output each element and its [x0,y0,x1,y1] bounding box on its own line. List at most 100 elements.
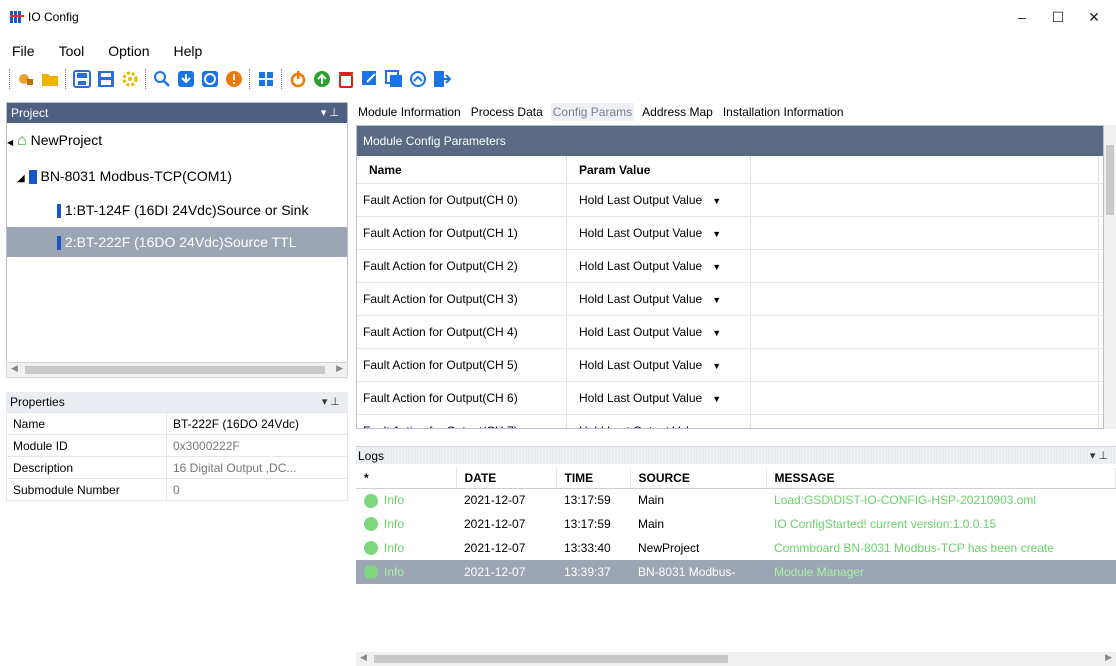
config-param-value: Hold Last Output Value [579,259,703,273]
settings-gear-icon[interactable] [120,69,140,89]
status-dot-icon [364,517,378,532]
save-icon[interactable] [72,69,92,89]
scroll-thumb[interactable] [1106,145,1114,215]
new-project-icon[interactable] [16,69,36,89]
toolbar-separator [249,69,251,89]
tab-installation-information[interactable]: Installation Information [721,103,846,121]
tab-module-information[interactable]: Module Information [356,103,463,121]
log-row[interactable]: Info 2021-12-07 13:17:59 Main IO ConfigStart… [356,512,1116,536]
column-header-date[interactable]: DATE [456,468,557,489]
config-param-name: Fault Action for Output(CH 2) [357,250,567,282]
toolbar [6,66,454,92]
property-value: 0 [166,478,348,501]
upload-icon[interactable] [312,69,332,89]
chevron-down-icon[interactable]: ▼ [712,328,721,338]
close-button[interactable]: ✕ [1072,4,1116,30]
column-header-source[interactable]: SOURCE [630,468,767,489]
toolbar-separator [281,69,283,89]
chevron-down-icon[interactable]: ▼ [712,262,721,272]
property-value[interactable]: BT-222F (16DO 24Vdc) [166,412,348,435]
app-icon [10,10,24,24]
tree-node-module-1[interactable]: 1:BT-124F (16DI 24Vdc)Source or Sink [57,195,308,225]
log-level-text: Info [384,492,405,507]
log-row[interactable]: Info 2021-12-07 13:39:37 BN-8031 Modbus- Mod… [356,560,1116,584]
chevron-down-icon[interactable]: ▼ [712,394,721,404]
tree-node-module-2[interactable]: 2:BT-222F (16DO 24Vdc)Source TTL [7,227,347,257]
delete-icon[interactable] [336,69,356,89]
config-param-value-dropdown[interactable]: Hold Last Output Value ▼ [567,415,751,428]
menu-option[interactable]: Option [96,40,161,62]
module-icon[interactable] [256,69,276,89]
log-row[interactable]: Info 2021-12-07 13:33:40 NewProject Commboar… [356,536,1116,560]
menu-file[interactable]: File [0,40,47,62]
chevron-down-icon[interactable]: ▼ [712,427,721,428]
config-param-value-dropdown[interactable]: Hold Last Output Value ▼ [567,349,751,381]
status-dot-icon [364,541,378,556]
tree-node-device[interactable]: ◢ BN-8031 Modbus-TCP(COM1) [17,161,232,191]
property-row: Name BT-222F (16DO 24Vdc) [6,412,348,435]
chevron-down-icon[interactable]: ▼ [712,295,721,305]
config-param-value-dropdown[interactable]: Hold Last Output Value ▼ [567,316,751,348]
project-tree: ◀ ⌂ NewProject ◢ BN-8031 Modbus-TCP(COM1… [7,123,347,371]
column-header-message[interactable]: MESSAGE [766,468,1116,489]
expand-icon[interactable]: ◢ [17,173,25,184]
warning-icon[interactable] [224,69,244,89]
exit-icon[interactable] [432,69,452,89]
config-empty-cell [751,283,1099,315]
pin-icon[interactable]: ▾ ⊥ [321,103,339,123]
tab-address-map[interactable]: Address Map [640,103,715,121]
edit-icon[interactable] [360,69,380,89]
tree-node-label: 1:BT-124F (16DI 24Vdc)Source or Sink [64,202,309,218]
config-param-value-dropdown[interactable]: Hold Last Output Value ▼ [567,184,751,216]
config-param-value-dropdown[interactable]: Hold Last Output Value ▼ [567,382,751,414]
config-rows: Fault Action for Output(CH 0) Hold Last O… [357,184,1103,428]
project-panel-header: Project ▾ ⊥ [7,103,347,123]
properties-panel-header: Properties ▾ ⊥ [6,392,348,412]
project-horizontal-scrollbar[interactable]: ◀ ▶ [6,362,348,378]
scroll-thumb[interactable] [374,655,728,663]
config-grid: Name Param Value Fault Action for Output… [357,156,1103,428]
chevron-down-icon[interactable]: ▼ [712,361,721,371]
log-level-text: Info [384,516,405,531]
config-param-name: Fault Action for Output(CH 5) [357,349,567,381]
chevron-down-icon[interactable]: ▼ [712,229,721,239]
open-folder-icon[interactable] [40,69,60,89]
scroll-thumb[interactable] [25,366,325,374]
save-as-icon[interactable] [96,69,116,89]
pin-icon[interactable]: ▾ ⊥ [322,392,340,412]
column-header-time[interactable]: TIME [556,468,631,489]
download-icon[interactable] [176,69,196,89]
copy-icon[interactable] [384,69,404,89]
info-icon[interactable] [200,69,220,89]
config-param-value: Hold Last Output Value [579,325,703,339]
config-param-value-dropdown[interactable]: Hold Last Output Value ▼ [567,217,751,249]
pin-icon[interactable]: ▾ ⊥ [1090,447,1108,465]
tree-node-project[interactable]: ◀ ⌂ NewProject [7,125,102,155]
chevron-down-icon[interactable]: ▼ [712,196,721,206]
properties-panel: Properties ▾ ⊥ Name BT-222F (16DO 24Vdc) … [6,392,348,666]
log-row[interactable]: Info 2021-12-07 13:17:59 Main Load:GSD\DIST-… [356,488,1116,512]
column-header-level[interactable]: * [356,468,457,489]
status-dot-icon [364,493,378,508]
config-row: Fault Action for Output(CH 4) Hold Last O… [357,316,1103,349]
config-header: Module Config Parameters [357,126,1103,156]
config-vertical-scrollbar[interactable] [1104,125,1116,429]
config-param-value-dropdown[interactable]: Hold Last Output Value ▼ [567,250,751,282]
config-param-name: Fault Action for Output(CH 7) [357,415,567,428]
toolbar-separator [145,69,147,89]
menu-tool[interactable]: Tool [47,40,97,62]
chevron-up-icon[interactable] [408,69,428,89]
menu-help[interactable]: Help [162,40,215,62]
config-param-value-dropdown[interactable]: Hold Last Output Value ▼ [567,283,751,315]
tab-process-data[interactable]: Process Data [469,103,545,121]
logs-table: * DATE TIME SOURCE MESSAGE Info 2021-12-0… [356,468,1116,584]
column-header-name: Name [357,156,567,183]
config-param-value: Hold Last Output Value [579,424,702,428]
logs-horizontal-scrollbar[interactable]: ◀ ▶ [356,652,1116,666]
column-header-empty [751,156,1099,183]
log-time: 13:17:59 [564,517,611,531]
tab-config-params[interactable]: Config Params [550,103,635,121]
search-icon[interactable] [152,69,172,89]
power-icon[interactable] [288,69,308,89]
log-level-text: Info [384,564,405,579]
